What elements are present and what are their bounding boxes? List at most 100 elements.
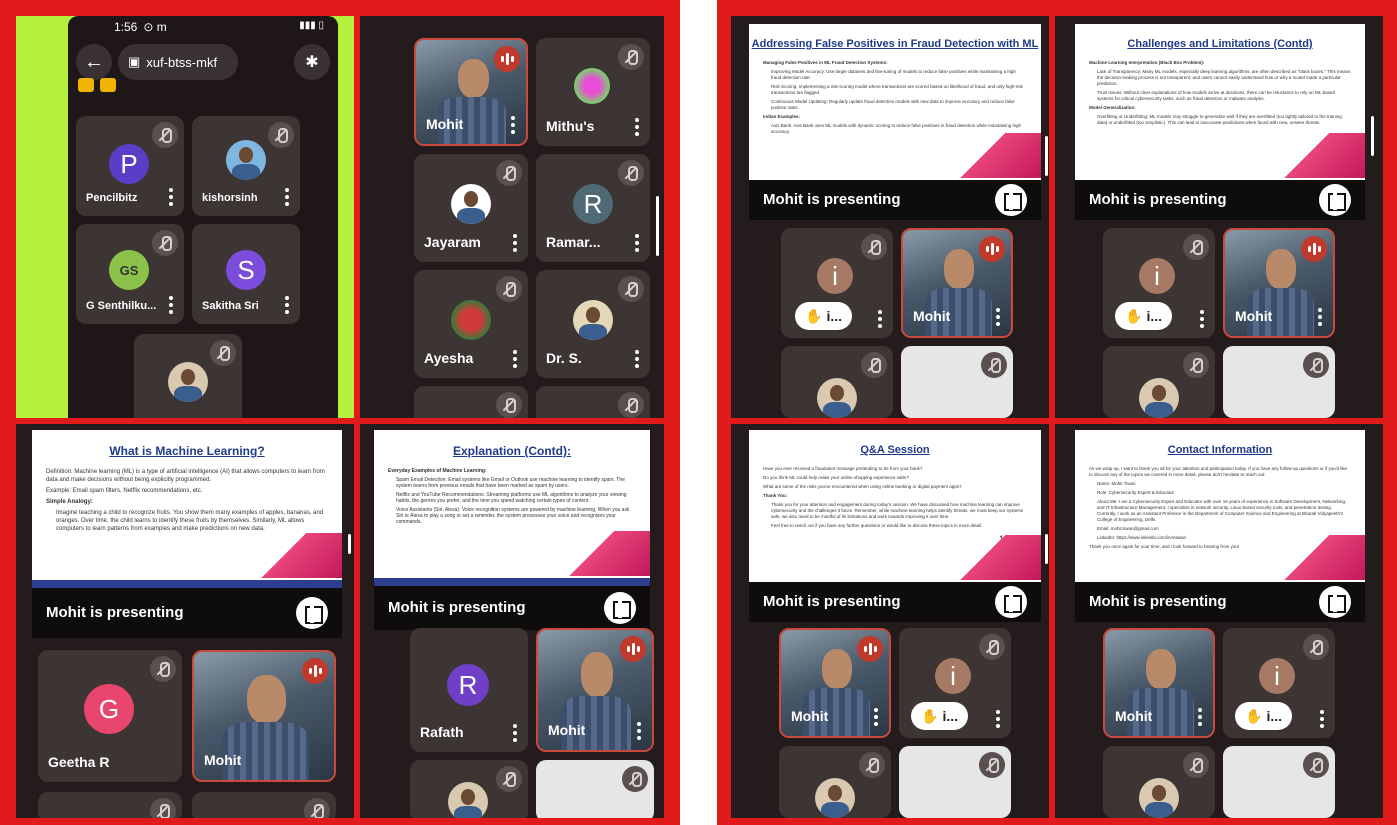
slide-line: Machine Learning Interpretation (Black B… bbox=[1089, 60, 1205, 65]
participant-tile[interactable]: i ✋ i... bbox=[1103, 228, 1215, 338]
notification-icon bbox=[78, 78, 94, 92]
participant-tile[interactable] bbox=[1223, 746, 1335, 818]
participant-tile[interactable]: Dr. S. bbox=[536, 270, 650, 378]
more-options-icon[interactable] bbox=[510, 116, 516, 134]
avatar bbox=[573, 300, 613, 340]
presenting-label: Mohit is presenting bbox=[46, 604, 184, 621]
shared-slide: What is Machine Learning? Definition: Ma… bbox=[32, 430, 342, 588]
scrollbar[interactable] bbox=[348, 534, 351, 554]
participant-tile[interactable]: G Geetha R bbox=[38, 650, 182, 782]
raised-hand-chip[interactable]: ✋ i... bbox=[911, 702, 968, 730]
participant-tile[interactable] bbox=[1103, 346, 1215, 418]
phone-screenshot-panel: 1:56 ⊙ m ▮▮▮ ▯ ← ▣ xuf-btss-mkf ✱ P Penc… bbox=[16, 16, 354, 418]
more-options-icon[interactable] bbox=[1197, 708, 1203, 726]
fullscreen-icon[interactable] bbox=[1319, 586, 1351, 618]
participant-tile[interactable] bbox=[779, 746, 891, 818]
participant-tile[interactable]: i ✋ i... bbox=[1223, 628, 1335, 738]
calendar-icon: ▣ bbox=[128, 54, 141, 69]
participant-tile[interactable] bbox=[410, 760, 528, 818]
more-options-icon[interactable] bbox=[168, 188, 174, 206]
participant-name: Ayesha bbox=[424, 350, 474, 366]
back-arrow-icon[interactable]: ← bbox=[76, 44, 112, 80]
participant-tile[interactable]: Mohit bbox=[414, 38, 528, 146]
participant-tile[interactable] bbox=[781, 346, 893, 418]
fullscreen-icon[interactable] bbox=[1319, 184, 1351, 216]
mic-off-icon bbox=[1303, 634, 1329, 660]
participant-tile[interactable]: Mithu's bbox=[536, 38, 650, 146]
participant-tile[interactable] bbox=[192, 792, 336, 818]
participant-tile[interactable]: Mohit bbox=[536, 628, 654, 752]
participant-tile[interactable]: P Pencilbitz bbox=[76, 116, 184, 216]
raised-hand-chip[interactable]: ✋ i... bbox=[1235, 702, 1292, 730]
bluetooth-icon[interactable]: ✱ bbox=[294, 44, 330, 80]
participant-tile[interactable]: R Rafath bbox=[410, 628, 528, 752]
more-options-icon[interactable] bbox=[636, 722, 642, 740]
participant-tile[interactable] bbox=[38, 792, 182, 818]
participant-tile[interactable]: Mohit bbox=[779, 628, 891, 738]
slide-line: Spam Email Detection: Email systems like… bbox=[396, 477, 625, 489]
participant-name: Mithu's bbox=[546, 118, 595, 134]
hand-icon: ✋ bbox=[1125, 307, 1143, 324]
fullscreen-icon[interactable] bbox=[604, 592, 636, 624]
participant-tile[interactable] bbox=[1103, 746, 1215, 818]
participant-tile[interactable]: S Sakitha Sri bbox=[192, 224, 300, 324]
participant-tile[interactable] bbox=[901, 346, 1013, 418]
participant-tile[interactable]: Jayaram bbox=[414, 154, 528, 262]
more-options-icon[interactable] bbox=[512, 234, 518, 252]
more-options-icon[interactable] bbox=[995, 308, 1001, 326]
more-options-icon[interactable] bbox=[1319, 710, 1325, 728]
more-options-icon[interactable] bbox=[873, 708, 879, 726]
more-options-icon[interactable] bbox=[1199, 310, 1205, 328]
fullscreen-icon[interactable] bbox=[296, 597, 328, 629]
scrollbar[interactable] bbox=[1045, 136, 1048, 176]
shared-slide: Contact Information As we wrap up, I wan… bbox=[1075, 430, 1365, 590]
more-options-icon[interactable] bbox=[284, 296, 290, 314]
more-options-icon[interactable] bbox=[512, 350, 518, 368]
participant-tile[interactable]: Mohit bbox=[901, 228, 1013, 338]
raised-hand-chip[interactable]: ✋ i... bbox=[1115, 302, 1172, 330]
more-options-icon[interactable] bbox=[634, 234, 640, 252]
participant-tile[interactable]: Mohit bbox=[1103, 628, 1215, 738]
more-options-icon[interactable] bbox=[634, 350, 640, 368]
participant-tile[interactable] bbox=[899, 746, 1011, 818]
fullscreen-icon[interactable] bbox=[995, 184, 1027, 216]
more-options-icon[interactable] bbox=[634, 118, 640, 136]
participant-tile[interactable] bbox=[134, 334, 242, 418]
raised-hand-label: i... bbox=[826, 308, 842, 324]
raised-hand-label: i... bbox=[942, 708, 958, 724]
presentation-panel: What is Machine Learning? Definition: Ma… bbox=[16, 424, 354, 818]
fullscreen-icon[interactable] bbox=[995, 586, 1027, 618]
speaking-icon bbox=[302, 658, 328, 684]
participant-tile[interactable] bbox=[414, 386, 528, 418]
participant-tile[interactable]: i ✋ i... bbox=[899, 628, 1011, 738]
more-options-icon[interactable] bbox=[512, 724, 518, 742]
mic-off-icon bbox=[861, 234, 887, 260]
speaking-icon bbox=[620, 636, 646, 662]
more-options-icon[interactable] bbox=[284, 188, 290, 206]
more-options-icon[interactable] bbox=[168, 296, 174, 314]
more-options-icon[interactable] bbox=[877, 310, 883, 328]
participant-tile[interactable] bbox=[536, 760, 654, 818]
participant-tile[interactable]: Mohit bbox=[1223, 228, 1335, 338]
raised-hand-chip[interactable]: ✋ i... bbox=[795, 302, 852, 330]
participant-tile[interactable] bbox=[1223, 346, 1335, 418]
more-options-icon[interactable] bbox=[995, 710, 1001, 728]
slide-title: What is Machine Learning? bbox=[109, 444, 265, 458]
participant-name: G Senthilku... bbox=[86, 300, 157, 312]
participant-tile[interactable] bbox=[536, 386, 650, 418]
participant-tile[interactable]: GS G Senthilku... bbox=[76, 224, 184, 324]
meeting-code-chip[interactable]: ▣ xuf-btss-mkf bbox=[118, 44, 238, 80]
participant-tile[interactable]: kishorsinh bbox=[192, 116, 300, 216]
participant-tile[interactable]: Ayesha bbox=[414, 270, 528, 378]
slide-title: Challenges and Limitations (Contd) bbox=[1127, 38, 1313, 50]
participant-name: Mohit bbox=[1235, 308, 1273, 324]
participant-tile[interactable]: R Ramar... bbox=[536, 154, 650, 262]
scrollbar[interactable] bbox=[1371, 116, 1374, 156]
participant-tile[interactable]: Mohit bbox=[192, 650, 336, 782]
scrollbar[interactable] bbox=[656, 196, 659, 256]
slide-line: Improving Model Accuracy: Use larger dat… bbox=[771, 69, 1016, 80]
scrollbar[interactable] bbox=[1045, 534, 1048, 564]
participant-tile[interactable]: i ✋ i... bbox=[781, 228, 893, 338]
more-options-icon[interactable] bbox=[1317, 308, 1323, 326]
presenting-bar: Mohit is presenting bbox=[374, 586, 650, 630]
